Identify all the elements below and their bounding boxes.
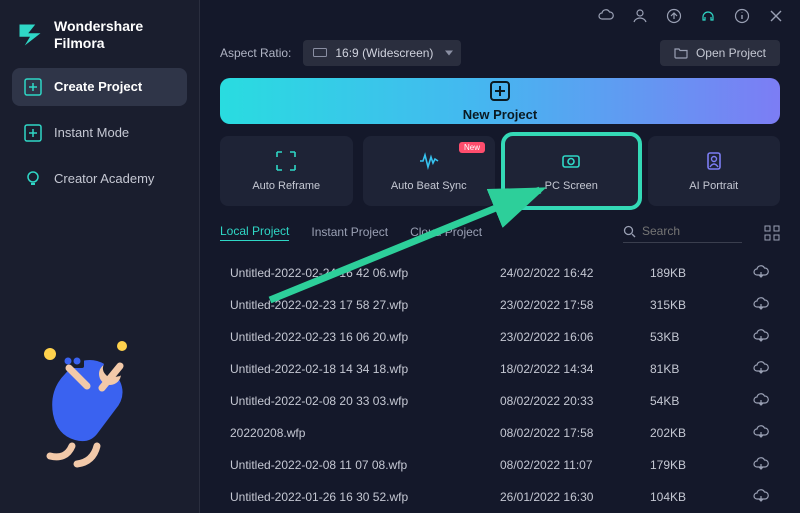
headset-icon[interactable] xyxy=(700,8,716,24)
project-size: 179KB xyxy=(650,458,730,472)
search-box[interactable] xyxy=(623,222,742,243)
brand-line-2: Filmora xyxy=(54,35,143,52)
grid-view-icon[interactable] xyxy=(764,225,780,241)
close-icon[interactable] xyxy=(768,8,784,24)
aspect-ratio-label: Aspect Ratio: xyxy=(220,46,291,60)
folder-icon xyxy=(674,47,688,59)
project-date: 23/02/2022 16:06 xyxy=(500,330,650,344)
project-date: 24/02/2022 16:42 xyxy=(500,266,650,280)
titlebar xyxy=(200,0,800,32)
cloud-download-icon[interactable] xyxy=(752,264,770,282)
project-date: 18/02/2022 14:34 xyxy=(500,362,650,376)
cloud-download-icon[interactable] xyxy=(752,328,770,346)
new-project-label: New Project xyxy=(463,107,537,122)
project-name: Untitled-2022-02-23 17 58 27.wfp xyxy=(230,298,500,312)
sidebar-item-label: Instant Mode xyxy=(54,125,129,140)
project-name: Untitled-2022-02-08 11 07 08.wfp xyxy=(230,458,500,472)
project-name: Untitled-2022-02-08 20 33 03.wfp xyxy=(230,394,500,408)
project-row[interactable]: 20220208.wfp08/02/2022 17:58202KB xyxy=(220,417,780,449)
project-name: Untitled-2022-02-24 16 42 06.wfp xyxy=(230,266,500,280)
sidebar-illustration xyxy=(12,316,187,501)
cloud-download-icon[interactable] xyxy=(752,424,770,442)
action-label: PC Screen xyxy=(545,180,598,192)
cloud-download-icon[interactable] xyxy=(752,296,770,314)
aspect-ratio-select[interactable]: 16:9 (Widescreen) xyxy=(303,40,461,66)
project-row[interactable]: Untitled-2022-01-26 16 30 52.wfp26/01/20… xyxy=(220,481,780,513)
project-size: 189KB xyxy=(650,266,730,280)
project-date: 23/02/2022 17:58 xyxy=(500,298,650,312)
user-icon[interactable] xyxy=(632,8,648,24)
project-size: 53KB xyxy=(650,330,730,344)
sidebar-item-creator-academy[interactable]: Creator Academy xyxy=(12,160,187,198)
reframe-icon xyxy=(275,150,297,172)
sidebar-item-instant-mode[interactable]: Instant Mode xyxy=(12,114,187,152)
action-label: Auto Reframe xyxy=(252,180,320,192)
cloud-download-icon[interactable] xyxy=(752,360,770,378)
monitor-icon xyxy=(313,48,327,58)
camera-icon xyxy=(560,150,582,172)
portrait-icon xyxy=(703,150,725,172)
cloud-download-icon[interactable] xyxy=(752,456,770,474)
new-badge: New xyxy=(459,142,485,153)
plus-square-icon xyxy=(24,78,42,96)
plus-square-icon xyxy=(490,81,510,101)
tab-cloud-project[interactable]: Cloud Project xyxy=(410,225,482,241)
new-project-button[interactable]: New Project xyxy=(220,78,780,124)
action-auto-beat-sync[interactable]: New Auto Beat Sync xyxy=(363,136,496,206)
project-name: Untitled-2022-02-23 16 06 20.wfp xyxy=(230,330,500,344)
waveform-icon xyxy=(418,150,440,172)
plus-square-icon xyxy=(24,124,42,142)
sidebar-item-label: Creator Academy xyxy=(54,171,154,186)
tab-instant-project[interactable]: Instant Project xyxy=(311,225,388,241)
action-label: Auto Beat Sync xyxy=(391,180,467,192)
open-project-button[interactable]: Open Project xyxy=(660,40,780,66)
aspect-ratio-value: 16:9 (Widescreen) xyxy=(335,46,433,60)
action-auto-reframe[interactable]: Auto Reframe xyxy=(220,136,353,206)
info-icon[interactable] xyxy=(734,8,750,24)
action-row: Auto Reframe New Auto Beat Sync PC Scree… xyxy=(220,136,780,206)
project-date: 08/02/2022 11:07 xyxy=(500,458,650,472)
cloud-download-icon[interactable] xyxy=(752,488,770,506)
project-row[interactable]: Untitled-2022-02-08 11 07 08.wfp08/02/20… xyxy=(220,449,780,481)
project-name: Untitled-2022-01-26 16 30 52.wfp xyxy=(230,490,500,504)
project-row[interactable]: Untitled-2022-02-24 16 42 06.wfp24/02/20… xyxy=(220,257,780,289)
cloud-icon[interactable] xyxy=(598,8,614,24)
app-title: Wondershare Filmora xyxy=(54,18,143,52)
brand-line-1: Wondershare xyxy=(54,18,143,35)
action-ai-portrait[interactable]: AI Portrait xyxy=(648,136,781,206)
project-date: 26/01/2022 16:30 xyxy=(500,490,650,504)
project-row[interactable]: Untitled-2022-02-23 17 58 27.wfp23/02/20… xyxy=(220,289,780,321)
project-size: 202KB xyxy=(650,426,730,440)
project-tabs: Local Project Instant Project Cloud Proj… xyxy=(220,222,780,247)
project-date: 08/02/2022 20:33 xyxy=(500,394,650,408)
sidebar-item-create-project[interactable]: Create Project xyxy=(12,68,187,106)
search-icon xyxy=(623,225,636,238)
project-size: 54KB xyxy=(650,394,730,408)
project-date: 08/02/2022 17:58 xyxy=(500,426,650,440)
project-name: Untitled-2022-02-18 14 34 18.wfp xyxy=(230,362,500,376)
filmora-logo-icon xyxy=(16,21,44,49)
project-row[interactable]: Untitled-2022-02-18 14 34 18.wfp18/02/20… xyxy=(220,353,780,385)
cloud-download-icon[interactable] xyxy=(752,392,770,410)
sidebar-item-label: Create Project xyxy=(54,79,142,94)
open-project-label: Open Project xyxy=(696,46,766,60)
upload-icon[interactable] xyxy=(666,8,682,24)
project-size: 315KB xyxy=(650,298,730,312)
sidebar: Wondershare Filmora Create Project Insta… xyxy=(0,0,200,513)
main-panel: Aspect Ratio: 16:9 (Widescreen) Open Pro… xyxy=(200,0,800,513)
bulb-icon xyxy=(24,170,42,188)
app-logo: Wondershare Filmora xyxy=(12,12,187,68)
toolbar: Aspect Ratio: 16:9 (Widescreen) Open Pro… xyxy=(200,32,800,78)
project-list: Untitled-2022-02-24 16 42 06.wfp24/02/20… xyxy=(220,257,780,513)
tab-local-project[interactable]: Local Project xyxy=(220,224,289,241)
project-name: 20220208.wfp xyxy=(230,426,500,440)
project-row[interactable]: Untitled-2022-02-23 16 06 20.wfp23/02/20… xyxy=(220,321,780,353)
project-size: 104KB xyxy=(650,490,730,504)
action-label: AI Portrait xyxy=(689,180,738,192)
search-input[interactable] xyxy=(642,224,742,238)
project-row[interactable]: Untitled-2022-02-08 20 33 03.wfp08/02/20… xyxy=(220,385,780,417)
action-pc-screen[interactable]: PC Screen xyxy=(505,136,638,206)
project-size: 81KB xyxy=(650,362,730,376)
